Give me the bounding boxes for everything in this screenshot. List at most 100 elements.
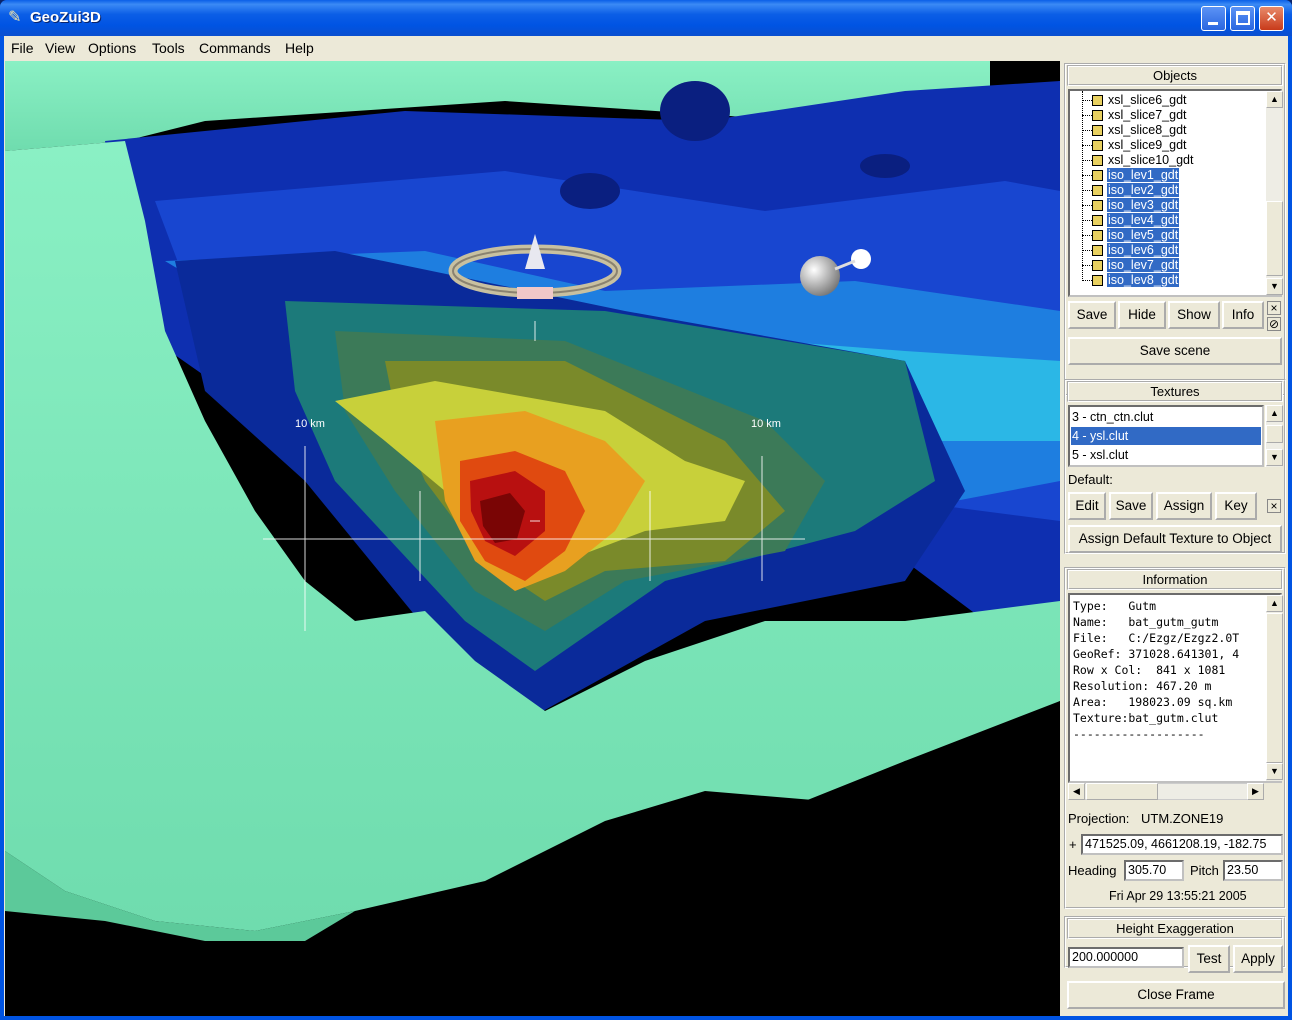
texture-list-item[interactable]: 4 - ysl.clut [1071,427,1261,445]
info-hscrollbar[interactable]: ◀ ▶ [1068,783,1264,800]
info-line: GeoRef: 371028.641301, 4 [1073,647,1240,661]
maximize-button[interactable] [1230,6,1255,31]
assign-default-texture-button[interactable]: Assign Default Texture to Object [1068,525,1282,553]
object-list-item[interactable]: iso_lev5_gdt [1107,228,1180,243]
height-exaggeration-title: Height Exaggeration [1067,918,1283,939]
objects-save-button[interactable]: Save [1068,301,1116,329]
object-list-item[interactable]: iso_lev6_gdt [1107,243,1180,258]
scroll-up-icon[interactable]: ▲ [1266,91,1283,108]
scroll-down-icon[interactable]: ▼ [1266,763,1283,780]
object-list-item[interactable]: iso_lev4_gdt [1107,213,1180,228]
close-window-button[interactable]: ✕ [1259,6,1284,31]
scroll-left-icon[interactable]: ◀ [1068,783,1085,800]
object-label: iso_lev4_gdt [1107,213,1180,227]
scroll-thumb[interactable] [1266,201,1283,276]
object-list-item[interactable]: xsl_slice7_gdt [1107,108,1188,123]
info-line: Texture:bat_gutm.clut [1073,711,1219,725]
info-line: ------------------- [1073,727,1205,741]
pitch-label: Pitch [1190,863,1219,878]
object-list-item[interactable]: iso_lev2_gdt [1107,183,1180,198]
object-label: iso_lev3_gdt [1107,198,1180,212]
minimize-icon [1208,22,1218,25]
app-window: ✎ GeoZui3D ✕ File View Options Tools Com… [0,0,1292,1020]
save-scene-button[interactable]: Save scene [1068,337,1282,365]
menu-commands[interactable]: Commands [199,40,271,56]
detach-icon[interactable]: ⊘ [1267,317,1281,331]
menu-file[interactable]: File [11,40,34,56]
info-vscrollbar[interactable]: ▲ ▼ [1265,595,1283,781]
object-label: iso_lev5_gdt [1107,228,1180,242]
object-icon [1092,275,1103,286]
projection-value: UTM.ZONE19 [1141,811,1224,826]
scroll-up-icon[interactable]: ▲ [1266,595,1283,612]
texture-label: 5 - xsl.clut [1072,448,1129,462]
close-small-icon[interactable]: × [1267,499,1281,513]
object-icon [1092,200,1103,211]
info-line: Name: bat_gutm_gutm [1073,615,1219,629]
object-icon [1092,125,1103,136]
object-list-item[interactable]: xsl_slice9_gdt [1107,138,1188,153]
object-icon [1092,260,1103,271]
textures-list[interactable]: 3 - ctn_ctn.clut 4 - ysl.clut 5 - xsl.clut [1068,405,1264,467]
scale-label-right: 10 km [751,418,781,430]
close-frame-button[interactable]: Close Frame [1067,981,1285,1009]
object-list-item[interactable]: xsl_slice10_gdt [1107,153,1194,168]
height-apply-button[interactable]: Apply [1233,945,1283,973]
texture-list-item[interactable]: 3 - ctn_ctn.clut [1071,408,1261,426]
info-line: Resolution: 467.20 m [1073,679,1212,693]
objects-scrollbar[interactable]: ▲ ▼ [1265,91,1283,295]
scroll-right-icon[interactable]: ▶ [1247,783,1264,800]
object-label: iso_lev1_gdt [1107,168,1180,182]
object-icon [1092,95,1103,106]
object-list-item[interactable]: iso_lev3_gdt [1107,198,1180,213]
scroll-thumb[interactable] [1266,425,1283,443]
information-text: Type: Gutm Name: bat_gutm_gutm File: C:/Ez… [1068,593,1282,783]
scroll-thumb[interactable] [1086,783,1158,800]
scene-render [5,61,1060,1016]
scroll-up-icon[interactable]: ▲ [1266,405,1283,422]
object-list-item[interactable]: iso_lev8_gdt [1107,273,1180,288]
texture-edit-button[interactable]: Edit [1068,492,1106,520]
scroll-down-icon[interactable]: ▼ [1266,278,1283,295]
object-list-item[interactable]: iso_lev1_gdt [1107,168,1180,183]
client-area: File View Options Tools Commands Help 10… [4,36,1288,1016]
objects-show-button[interactable]: Show [1168,301,1220,329]
minimize-button[interactable] [1201,6,1226,31]
object-label: iso_lev8_gdt [1107,273,1180,287]
menu-tools[interactable]: Tools [152,40,185,56]
position-field[interactable]: 471525.09, 4661208.19, -182.75 [1081,834,1283,855]
object-label: xsl_slice8_gdt [1108,123,1187,137]
menu-help[interactable]: Help [285,40,314,56]
scroll-thumb[interactable] [1266,613,1283,763]
height-test-button[interactable]: Test [1188,945,1230,973]
object-list-item[interactable]: xsl_slice8_gdt [1107,123,1188,138]
object-label: iso_lev6_gdt [1107,243,1180,257]
textures-scrollbar[interactable]: ▲ ▼ [1265,405,1283,467]
objects-list[interactable]: xsl_slice6_gdt xsl_slice7_gdt xsl_slice8_g… [1068,89,1282,297]
title-bar[interactable]: ✎ GeoZui3D ✕ [0,0,1292,36]
menu-view[interactable]: View [45,40,75,56]
heading-field[interactable]: 305.70 [1124,860,1184,881]
texture-assign-button[interactable]: Assign [1156,492,1212,520]
object-list-item[interactable]: iso_lev7_gdt [1107,258,1180,273]
objects-hide-button[interactable]: Hide [1118,301,1166,329]
info-line: Row x Col: 841 x 1081 [1073,663,1226,677]
texture-save-button[interactable]: Save [1109,492,1153,520]
close-small-icon[interactable]: × [1267,301,1281,315]
window-title: GeoZui3D [30,9,101,26]
height-exaggeration-field[interactable]: 200.000000 [1068,947,1184,968]
texture-list-item[interactable]: 5 - xsl.clut [1071,446,1261,464]
texture-key-button[interactable]: Key [1215,492,1257,520]
objects-title: Objects [1067,65,1283,86]
object-icon [1092,170,1103,181]
objects-info-button[interactable]: Info [1222,301,1264,329]
menu-options[interactable]: Options [88,40,136,56]
menu-bar: File View Options Tools Commands Help [4,36,1288,60]
feather-icon: ✎ [8,9,22,26]
object-label: xsl_slice10_gdt [1108,153,1194,167]
object-list-item[interactable]: xsl_slice6_gdt [1107,93,1188,108]
scroll-down-icon[interactable]: ▼ [1266,449,1283,466]
pitch-field[interactable]: 23.50 [1223,860,1283,881]
object-label: iso_lev7_gdt [1107,258,1180,272]
3d-viewport[interactable]: 10 km 10 km [5,61,1060,1016]
